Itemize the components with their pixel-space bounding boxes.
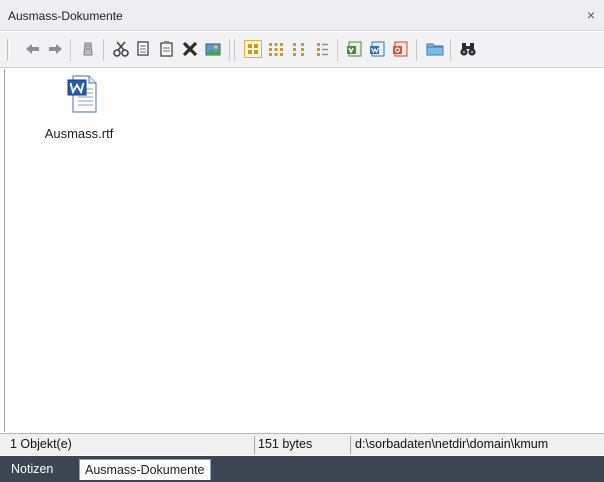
title-bar: Ausmass-Dokumente × [0, 0, 604, 31]
toolbar-separator [70, 39, 71, 61]
delete-icon[interactable] [181, 40, 199, 58]
properties-icon[interactable] [204, 40, 222, 58]
small-icons-view-icon[interactable] [267, 40, 285, 58]
word-document-icon [67, 75, 97, 113]
cut-icon[interactable] [112, 40, 130, 58]
file-name[interactable]: Ausmass.rtf [39, 126, 119, 141]
file-item[interactable]: Ausmass.rtf [39, 75, 119, 147]
toolbar-grip[interactable] [7, 39, 10, 61]
excel-document-icon[interactable] [369, 40, 387, 58]
copy-icon[interactable] [135, 40, 153, 58]
toolbar-separator [416, 39, 417, 61]
paste-icon[interactable] [158, 40, 176, 58]
word-document-icon[interactable] [346, 40, 364, 58]
status-path: d:\sorbadaten\netdir\domain\kmum [355, 437, 549, 451]
status-bar: 1 Objekt(e) 151 bytes d:\sorbadaten\netd… [0, 433, 604, 455]
other-document-icon[interactable] [392, 40, 410, 58]
toolbar-separator [450, 39, 451, 61]
toolbar-separator [234, 39, 235, 61]
tab-strip: Notizen Ausmass-Dokumente [0, 456, 604, 482]
close-icon[interactable]: × [584, 7, 598, 23]
toolbar-separator [337, 39, 338, 61]
status-object-count: 1 Objekt(e) [6, 436, 255, 454]
forward-icon[interactable] [46, 40, 64, 58]
list-view-icon[interactable] [290, 40, 308, 58]
folder-icon[interactable] [426, 40, 444, 58]
search-binoculars-icon[interactable] [459, 40, 477, 58]
tab-ausmass-dokumente[interactable]: Ausmass-Dokumente [79, 459, 211, 480]
large-icons-view-icon[interactable] [244, 40, 262, 58]
toolbar [0, 32, 604, 68]
file-view[interactable]: Ausmass.rtf [4, 69, 604, 432]
toolbar-separator [229, 39, 230, 61]
status-size: 151 bytes [255, 436, 351, 454]
toolbar-separator [103, 39, 104, 61]
tab-notizen[interactable]: Notizen [6, 459, 58, 480]
window-title: Ausmass-Dokumente [8, 9, 123, 23]
undo-icon[interactable] [79, 40, 97, 58]
back-icon[interactable] [24, 40, 42, 58]
details-view-icon[interactable] [313, 40, 331, 58]
